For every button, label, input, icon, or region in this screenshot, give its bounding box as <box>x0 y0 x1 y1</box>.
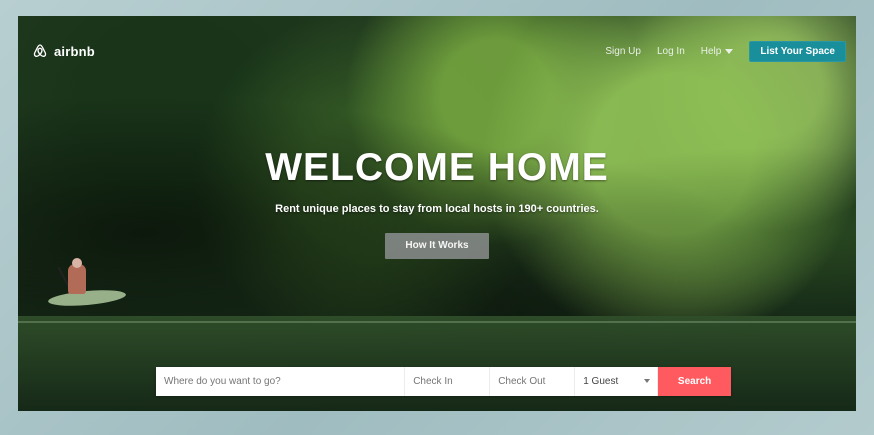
paddler <box>68 264 86 294</box>
river-background <box>18 316 856 411</box>
chevron-down-icon <box>725 48 734 54</box>
brand[interactable]: airbnb <box>32 43 95 59</box>
water-reflection <box>18 321 856 323</box>
header-nav: Sign Up Log In Help List Your Space <box>605 40 846 62</box>
chevron-down-icon <box>644 379 651 383</box>
how-it-works-button[interactable]: How It Works <box>385 233 489 259</box>
check-in-input[interactable] <box>405 367 491 396</box>
help-label: Help <box>700 45 722 57</box>
check-out-input[interactable] <box>490 367 576 396</box>
list-your-space-button[interactable]: List Your Space <box>749 40 846 62</box>
destination-search-input[interactable] <box>156 367 406 396</box>
sign-up-link[interactable]: Sign Up <box>605 46 641 57</box>
search-button[interactable]: Search <box>658 367 731 396</box>
log-in-link[interactable]: Log In <box>657 46 685 57</box>
search-form: 1 Guest Search <box>156 367 731 396</box>
hero-subtitle: Rent unique places to stay from local ho… <box>275 203 599 215</box>
help-menu[interactable]: Help <box>701 46 734 57</box>
top-navigation: airbnb Sign Up Log In Help List Your Spa… <box>32 38 846 64</box>
hero-section: WELCOME HOME Rent unique places to stay … <box>18 148 856 259</box>
paddler-head <box>72 258 82 268</box>
airbnb-homepage: airbnb Sign Up Log In Help List Your Spa… <box>18 16 856 411</box>
page-title: WELCOME HOME <box>265 146 609 189</box>
guest-select-wrapper: 1 Guest <box>575 367 659 396</box>
airbnb-logo-icon <box>32 43 48 59</box>
brand-name: airbnb <box>54 43 95 59</box>
